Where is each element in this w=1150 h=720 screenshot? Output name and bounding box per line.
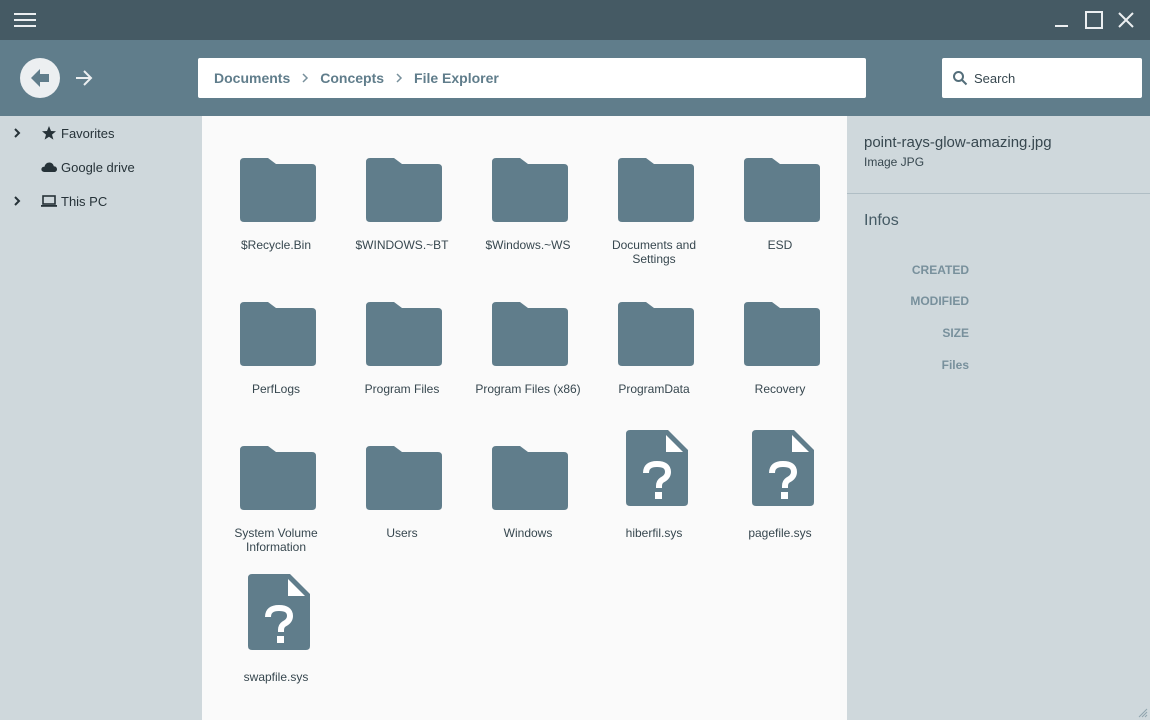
info-label-modified: MODIFIED (910, 294, 969, 308)
folder-item[interactable]: Program Files (x86) (461, 266, 587, 396)
search-icon (953, 71, 968, 86)
folder-icon (366, 158, 442, 222)
folder-item[interactable]: Users (335, 410, 461, 540)
chevron-right-icon[interactable] (10, 194, 24, 208)
search-box[interactable] (942, 58, 1142, 98)
breadcrumb-concepts[interactable]: Concepts (320, 70, 384, 86)
minimize-icon[interactable] (1050, 8, 1074, 32)
chevron-right-icon[interactable] (10, 126, 24, 140)
folder-icon (492, 302, 568, 366)
laptop-icon (41, 195, 57, 207)
file-name: Windows (503, 526, 553, 540)
cloud-icon (41, 162, 57, 172)
file-name: Program Files (x86) (475, 382, 581, 396)
unknown-file-icon (752, 430, 814, 506)
divider (847, 193, 1150, 194)
selected-file-type: Image JPG (864, 155, 925, 169)
arrow-forward-icon (76, 70, 93, 86)
folder-item[interactable]: Windows (461, 410, 587, 540)
file-name: ESD (767, 238, 793, 252)
folder-icon (744, 158, 820, 222)
file-name: PerfLogs (251, 382, 301, 396)
file-name: pagefile.sys (748, 526, 812, 540)
close-icon[interactable] (1114, 8, 1138, 32)
sidebar: Favorites Google drive This PC (0, 116, 202, 720)
sidebar-item-this-pc[interactable]: This PC (0, 186, 202, 216)
unknown-file-icon (626, 430, 688, 506)
infos-heading: Infos (864, 212, 899, 229)
folder-icon (240, 158, 316, 222)
info-label-size: SIZE (942, 326, 969, 340)
file-name: $Recycle.Bin (240, 238, 312, 252)
resize-grip-icon[interactable] (1138, 708, 1148, 718)
title-bar (0, 0, 1150, 40)
file-name: $Windows.~WS (485, 238, 571, 252)
unknown-file-icon (248, 574, 310, 650)
toolbar: Documents Concepts File Explorer (0, 40, 1150, 116)
folder-item[interactable]: ProgramData (587, 266, 713, 396)
folder-item[interactable]: ESD (713, 122, 839, 252)
file-name: Users (386, 526, 418, 540)
chevron-right-icon (384, 73, 414, 83)
folder-icon (618, 302, 694, 366)
file-name: Program Files (364, 382, 440, 396)
file-name: swapfile.sys (243, 670, 309, 684)
sidebar-item-label: Favorites (61, 125, 115, 141)
sidebar-item-google-drive[interactable]: Google drive (0, 152, 202, 182)
file-name: Documents and Settings (611, 238, 697, 266)
hamburger-icon[interactable] (14, 12, 36, 28)
selected-file-name: point-rays-glow-amazing.jpg (864, 134, 1052, 151)
info-label-files: Files (941, 358, 969, 372)
folder-item[interactable]: $Recycle.Bin (209, 122, 335, 252)
details-panel: point-rays-glow-amazing.jpg Image JPG In… (847, 116, 1150, 720)
folder-item[interactable]: $Windows.~WS (461, 122, 587, 252)
folder-icon (240, 302, 316, 366)
file-name: System Volume Information (234, 526, 318, 554)
maximize-icon[interactable] (1082, 8, 1106, 32)
arrow-back-icon (31, 69, 49, 87)
breadcrumb-documents[interactable]: Documents (214, 70, 290, 86)
star-icon (42, 126, 56, 140)
folder-item[interactable]: System Volume Information (209, 410, 335, 554)
file-name: hiberfil.sys (625, 526, 683, 540)
file-item[interactable]: swapfile.sys (209, 554, 335, 684)
file-name: ProgramData (618, 382, 690, 396)
folder-item[interactable]: Program Files (335, 266, 461, 396)
folder-item[interactable]: Recovery (713, 266, 839, 396)
folder-item[interactable]: Documents and Settings (587, 122, 713, 266)
folder-icon (618, 158, 694, 222)
file-grid: $Recycle.Bin $WINDOWS.~BT $Windows.~WS D… (202, 116, 847, 720)
forward-button[interactable] (72, 66, 96, 90)
folder-icon (492, 158, 568, 222)
back-button[interactable] (20, 58, 60, 98)
breadcrumb-file-explorer[interactable]: File Explorer (414, 70, 499, 86)
folder-icon (240, 446, 316, 510)
folder-item[interactable]: $WINDOWS.~BT (335, 122, 461, 252)
folder-icon (744, 302, 820, 366)
file-item[interactable]: pagefile.sys (713, 410, 839, 540)
breadcrumb: Documents Concepts File Explorer (198, 58, 866, 98)
chevron-right-icon (290, 73, 320, 83)
info-label-created: CREATED (911, 263, 969, 277)
folder-icon (492, 446, 568, 510)
sidebar-item-label: This PC (61, 193, 108, 209)
file-name: Recovery (754, 382, 806, 396)
sidebar-item-favorites[interactable]: Favorites (0, 118, 202, 148)
folder-icon (366, 302, 442, 366)
folder-icon (366, 446, 442, 510)
folder-item[interactable]: PerfLogs (209, 266, 335, 396)
file-name: $WINDOWS.~BT (355, 238, 449, 252)
sidebar-item-label: Google drive (61, 159, 135, 175)
search-input[interactable] (974, 58, 1134, 98)
file-item[interactable]: hiberfil.sys (587, 410, 713, 540)
